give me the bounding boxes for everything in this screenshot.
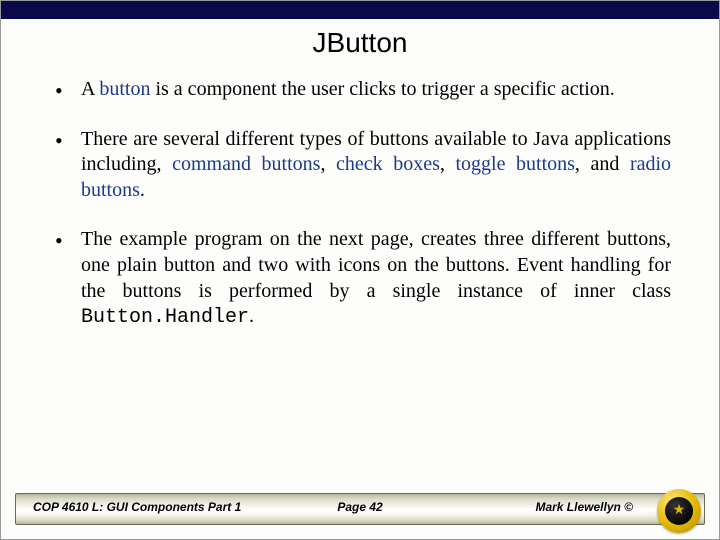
bullet-1: A button is a component the user clicks … [49, 77, 671, 103]
ucf-logo: ★ [657, 489, 701, 533]
term-check-boxes: check boxes [336, 153, 440, 175]
bullet-3: The example program on the next page, cr… [49, 227, 671, 330]
bullet-2: There are several different types of but… [49, 127, 671, 204]
top-band [1, 1, 719, 19]
text: is a component the user clicks to trigge… [150, 78, 614, 100]
text: , and [575, 153, 630, 175]
code-buttonhandler: Button.Handler [81, 306, 249, 329]
term-command-buttons: command buttons [172, 153, 320, 175]
slide-title: JButton [1, 27, 719, 59]
text: , [440, 153, 456, 175]
footer: COP 4610 L: GUI Components Part 1 Page 4… [1, 489, 719, 539]
text: . [249, 305, 254, 327]
slide-body: A button is a component the user clicks … [49, 77, 671, 355]
term-toggle-buttons: toggle buttons [455, 153, 574, 175]
footer-right: Mark Llewellyn © [535, 500, 633, 514]
text: A [81, 78, 99, 100]
star-icon: ★ [673, 504, 686, 518]
text: , [320, 153, 336, 175]
term-button: button [99, 78, 150, 100]
text: . [140, 179, 145, 201]
slide: JButton A button is a component the user… [0, 0, 720, 540]
text: The example program on the next page, cr… [81, 228, 671, 301]
